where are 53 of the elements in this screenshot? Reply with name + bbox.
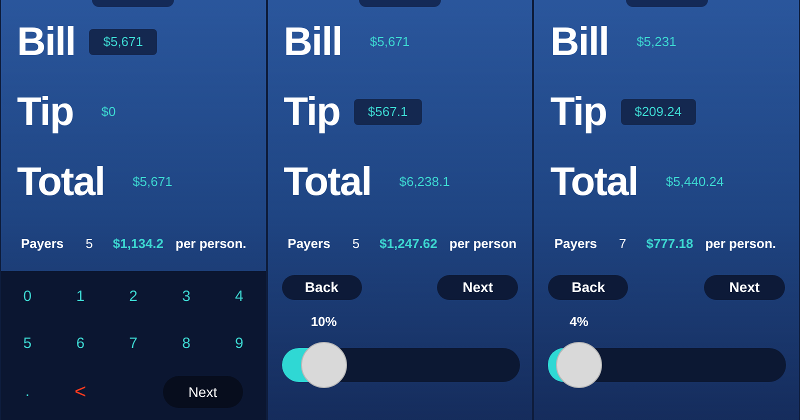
tip-slider[interactable] bbox=[282, 342, 520, 388]
keypad-key[interactable]: 4 bbox=[227, 286, 252, 308]
field-value[interactable]: $5,671 bbox=[89, 29, 157, 55]
field-value[interactable]: $5,440.24 bbox=[652, 169, 738, 195]
field-label: Bill bbox=[550, 22, 609, 62]
field-value[interactable]: $6,238.1 bbox=[385, 169, 464, 195]
keypad-key[interactable]: 5 bbox=[15, 333, 40, 356]
payers-count[interactable]: 5 bbox=[86, 234, 93, 254]
next-button[interactable]: Next bbox=[704, 275, 785, 300]
field-label: Total bbox=[284, 162, 372, 202]
payers-label: Payers bbox=[21, 235, 64, 254]
tip-slider[interactable] bbox=[548, 342, 786, 388]
slider-thumb[interactable] bbox=[300, 342, 347, 388]
slider-thumb[interactable] bbox=[556, 342, 602, 388]
back-button[interactable]: Back bbox=[548, 275, 628, 300]
keypad-key[interactable]: 7 bbox=[121, 333, 146, 356]
next-button[interactable]: Next bbox=[162, 376, 243, 408]
payers-label: Payers bbox=[554, 235, 597, 254]
per-person-label: per person. bbox=[176, 235, 246, 254]
per-person-amount: $1,134.2 bbox=[112, 235, 164, 254]
field-label: Bill bbox=[17, 22, 76, 62]
field-value[interactable]: $567.1 bbox=[354, 99, 422, 125]
per-person-amount: $777.18 bbox=[646, 235, 694, 254]
field-label: Tip bbox=[17, 92, 74, 132]
field-label: Total bbox=[17, 162, 105, 202]
payers-count[interactable]: 7 bbox=[618, 234, 626, 254]
field-value[interactable]: $209.24 bbox=[620, 99, 696, 125]
keypad-key[interactable]: 9 bbox=[227, 333, 252, 356]
delete-key[interactable]: < bbox=[66, 377, 94, 408]
field-value[interactable]: $5,231 bbox=[622, 29, 690, 55]
field-label: Bill bbox=[284, 22, 342, 62]
keypad-key[interactable]: 2 bbox=[121, 286, 146, 308]
payers-label: Payers bbox=[288, 235, 330, 254]
tip-percent: 10% bbox=[310, 313, 338, 331]
field-value[interactable]: $5,671 bbox=[356, 29, 424, 55]
per-person-amount: $1,247.62 bbox=[380, 235, 438, 254]
field-label: Tip bbox=[284, 92, 340, 132]
keypad-key[interactable]: . bbox=[17, 380, 38, 404]
keypad-key[interactable]: 1 bbox=[68, 286, 93, 308]
payers-count[interactable]: 5 bbox=[352, 234, 360, 254]
next-button[interactable]: Next bbox=[437, 275, 518, 300]
keypad-key[interactable]: 8 bbox=[174, 333, 198, 356]
keypad-key[interactable]: 6 bbox=[68, 333, 93, 356]
field-label: Tip bbox=[550, 92, 607, 132]
field-label: Total bbox=[550, 162, 638, 202]
keypad-key[interactable]: 0 bbox=[15, 286, 40, 308]
field-value[interactable]: $0 bbox=[87, 99, 130, 125]
per-person-label: per person bbox=[449, 235, 517, 254]
back-button[interactable]: Back bbox=[282, 275, 362, 300]
tip-percent: 4% bbox=[568, 313, 590, 331]
keypad-key[interactable]: 3 bbox=[174, 286, 198, 308]
per-person-label: per person. bbox=[705, 235, 776, 254]
field-value[interactable]: $5,671 bbox=[118, 169, 186, 195]
